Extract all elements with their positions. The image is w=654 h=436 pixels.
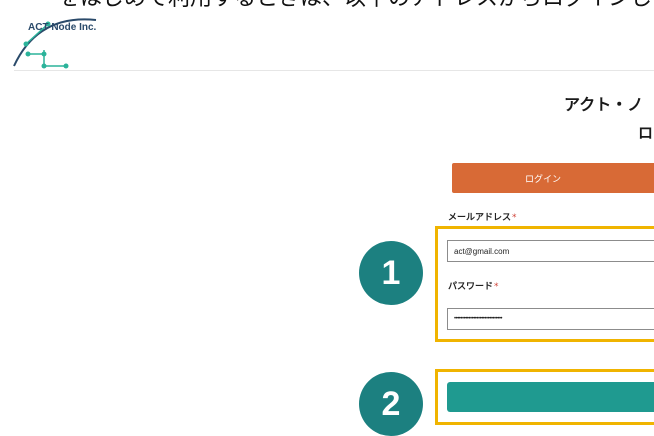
step-2-badge: 2 [359, 372, 423, 436]
email-label-text: メールアドレス [448, 213, 512, 223]
logo-text: ACT Node Inc. [28, 22, 97, 33]
password-label: パスワード* [448, 279, 499, 292]
tab-login-label: ログイン [524, 174, 561, 185]
step-2-number: 2 [381, 384, 401, 423]
page-title: アクト・ノ [564, 95, 644, 114]
header-divider [14, 70, 654, 71]
email-field[interactable]: act@gmail.com [447, 240, 654, 262]
password-label-text: パスワード [448, 282, 494, 292]
password-required-mark: * [494, 282, 499, 292]
email-required-mark: * [512, 213, 517, 223]
page-subtitle: ロ [638, 124, 654, 142]
top-caption-strip: をはじめて利用するときは、以下のアドレスからログインします。 [0, 0, 654, 14]
tab-login[interactable]: ログイン [452, 163, 654, 193]
top-caption: をはじめて利用するときは、以下のアドレスからログインします。 [58, 0, 654, 10]
login-submit-button[interactable] [447, 382, 654, 412]
step-1-number: 1 [381, 253, 401, 292]
password-field-value: •••••••••••••••••••••••••••••• [454, 316, 503, 322]
password-field[interactable]: •••••••••••••••••••••••••••••• [447, 308, 654, 330]
step-1-badge: 1 [359, 241, 423, 305]
email-field-value: act@gmail.com [454, 246, 510, 256]
email-label: メールアドレス* [448, 210, 517, 223]
